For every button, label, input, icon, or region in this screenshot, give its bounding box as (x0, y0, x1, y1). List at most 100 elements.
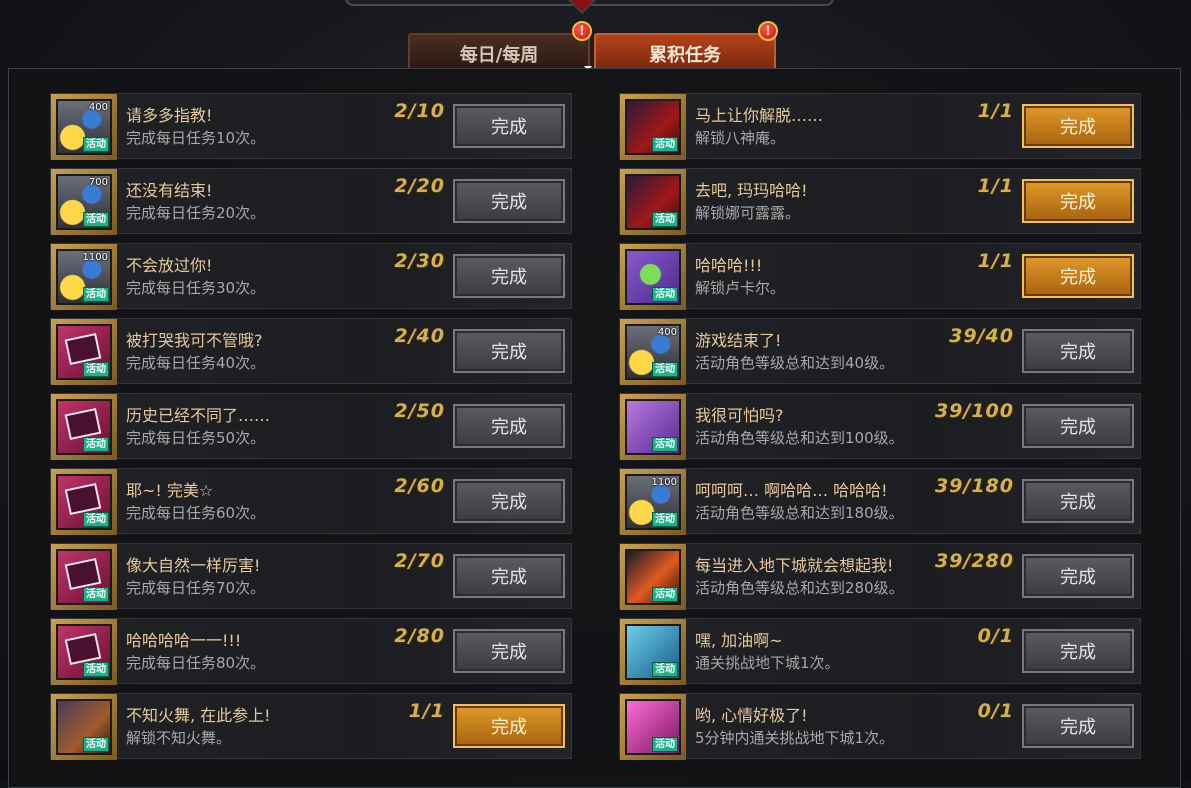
task-icon-frame: 活动 (620, 244, 686, 310)
task-icon-frame: 活动 (51, 619, 117, 685)
task-icon-frame: 活动 (620, 394, 686, 460)
task-title: 耶~! 完美☆ (126, 481, 214, 500)
task-row: 1100 活动 呵呵呵… 啊哈哈… 哈哈哈! 活动角色等级总和达到180级。 39/18… (619, 468, 1141, 535)
task-title: 历史已经不同了…… (126, 406, 271, 425)
task-title: 被打哭我可不管哦? (126, 331, 263, 350)
task-description: 活动角色等级总和达到100级。 (695, 429, 904, 447)
tab-daily-weekly-label: 每日/每周 (459, 45, 539, 66)
task-description: 活动角色等级总和达到280级。 (695, 579, 904, 597)
task-description: 活动角色等级总和达到180级。 (695, 504, 904, 522)
character-unlock-icon: 活动 (56, 699, 112, 755)
complete-button[interactable]: 完成 (453, 104, 565, 148)
complete-button[interactable]: 完成 (453, 179, 565, 223)
complete-button[interactable]: 完成 (453, 404, 565, 448)
event-badge: 活动 (83, 662, 109, 677)
event-badge: 活动 (652, 587, 678, 602)
complete-button[interactable]: 完成 (1022, 404, 1134, 448)
complete-button[interactable]: 完成 (1022, 629, 1134, 673)
task-progress: 2/70 (394, 550, 445, 572)
task-progress: 39/280 (934, 550, 1014, 572)
complete-button[interactable]: 完成 (1022, 554, 1134, 598)
task-icon-frame: 活动 (620, 94, 686, 160)
complete-button[interactable]: 完成 (1022, 704, 1134, 748)
task-icon-frame: 活动 (51, 544, 117, 610)
event-badge: 活动 (652, 437, 678, 452)
event-badge: 活动 (83, 737, 109, 752)
task-progress: 1/1 (977, 175, 1014, 197)
task-progress: 39/180 (934, 475, 1014, 497)
complete-button[interactable]: 完成 (1022, 329, 1134, 373)
reward-amount: 700 (88, 177, 108, 188)
complete-button[interactable]: 完成 (453, 479, 565, 523)
alert-icon: ! (758, 21, 778, 41)
task-row: 活动 嘿, 加油啊~ 通关挑战地下城1次。 0/1 完成 (619, 618, 1141, 685)
task-row: 700 活动 还没有结束! 完成每日任务20次。 2/20 完成 (50, 168, 572, 235)
task-description: 完成每日任务20次。 (126, 204, 266, 222)
event-badge: 活动 (83, 512, 109, 527)
card-reward-icon: 活动 (56, 474, 112, 530)
coin-reward-icon: 1100 活动 (625, 474, 681, 530)
task-row: 400 活动 游戏结束了! 活动角色等级总和达到40级。 39/40 完成 (619, 318, 1141, 385)
task-progress: 1/1 (977, 250, 1014, 272)
character-unlock-icon: 活动 (625, 99, 681, 155)
complete-button[interactable]: 完成 (1022, 479, 1134, 523)
task-progress: 2/80 (394, 625, 445, 647)
task-description: 完成每日任务10次。 (126, 129, 266, 147)
tab-cumulative-label: 累积任务 (649, 45, 721, 66)
task-title: 像大自然一样厉害! (126, 556, 261, 575)
event-badge: 活动 (652, 512, 678, 527)
task-title: 去吧, 玛玛哈哈! (695, 181, 808, 200)
sword-icon: 活动 (625, 549, 681, 605)
event-badge: 活动 (652, 662, 678, 677)
top-gem-decoration (567, 0, 597, 15)
event-badge: 活动 (652, 737, 678, 752)
event-badge: 活动 (652, 362, 678, 377)
task-description: 完成每日任务30次。 (126, 279, 266, 297)
event-badge: 活动 (652, 212, 678, 227)
task-progress: 0/1 (977, 625, 1014, 647)
task-title: 不知火舞, 在此参上! (126, 706, 271, 725)
task-description: 活动角色等级总和达到40级。 (695, 354, 895, 372)
task-progress: 1/1 (977, 100, 1014, 122)
task-row: 活动 每当进入地下城就会想起我! 活动角色等级总和达到280级。 39/280 完成 (619, 543, 1141, 610)
task-icon-frame: 700 活动 (51, 169, 117, 235)
task-description: 完成每日任务70次。 (126, 579, 266, 597)
task-icon-frame: 活动 (620, 544, 686, 610)
pink-item-icon: 活动 (625, 699, 681, 755)
complete-button[interactable]: 完成 (453, 554, 565, 598)
complete-button[interactable]: 完成 (1022, 104, 1134, 148)
task-icon-frame: 1100 活动 (51, 244, 117, 310)
tab-cumulative[interactable]: 累积任务 ! (594, 21, 778, 69)
reward-amount: 400 (88, 102, 108, 113)
complete-button[interactable]: 完成 (453, 629, 565, 673)
card-reward-icon: 活动 (56, 399, 112, 455)
character-unlock-icon: 活动 (625, 174, 681, 230)
complete-button[interactable]: 完成 (1022, 179, 1134, 223)
task-description: 通关挑战地下城1次。 (695, 654, 840, 672)
complete-button[interactable]: 完成 (453, 254, 565, 298)
reward-amount: 400 (657, 327, 677, 338)
task-description: 完成每日任务50次。 (126, 429, 266, 447)
complete-button[interactable]: 完成 (453, 329, 565, 373)
task-icon-frame: 活动 (51, 319, 117, 385)
task-description: 解锁娜可露露。 (695, 204, 801, 222)
complete-button[interactable]: 完成 (453, 704, 565, 748)
task-progress: 2/30 (394, 250, 445, 272)
reward-amount: 1100 (82, 252, 108, 263)
task-title: 游戏结束了! (695, 331, 782, 350)
task-icon-frame: 400 活动 (51, 94, 117, 160)
task-row: 400 活动 请多多指教! 完成每日任务10次。 2/10 完成 (50, 93, 572, 160)
task-icon-frame: 400 活动 (620, 319, 686, 385)
task-description: 解锁卢卡尔。 (695, 279, 786, 297)
complete-button[interactable]: 完成 (1022, 254, 1134, 298)
task-description: 完成每日任务60次。 (126, 504, 266, 522)
task-row: 活动 哈哈哈!!! 解锁卢卡尔。 1/1 完成 (619, 243, 1141, 310)
event-badge: 活动 (652, 137, 678, 152)
task-description: 完成每日任务80次。 (126, 654, 266, 672)
tab-daily-weekly[interactable]: 每日/每周 ! (408, 21, 592, 69)
task-progress: 2/50 (394, 400, 445, 422)
task-row: 活动 哟, 心情好极了! 5分钟内通关挑战地下城1次。 0/1 完成 (619, 693, 1141, 760)
task-row: 活动 耶~! 完美☆ 完成每日任务60次。 2/60 完成 (50, 468, 572, 535)
task-row: 活动 被打哭我可不管哦? 完成每日任务40次。 2/40 完成 (50, 318, 572, 385)
task-icon-frame: 活动 (51, 394, 117, 460)
